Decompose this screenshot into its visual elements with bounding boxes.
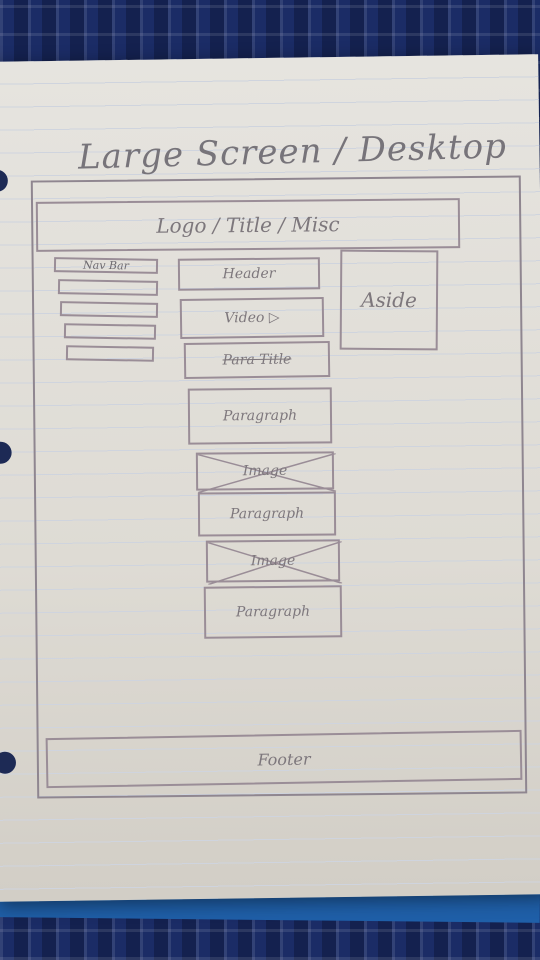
- nav-item-box: [57, 279, 159, 296]
- image-placeholder-box: Image: [195, 451, 337, 493]
- content-label: Paragraph: [235, 603, 311, 621]
- content-label: Paragraph: [222, 407, 298, 425]
- header-box: Logo / Title / Misc: [35, 198, 461, 252]
- nav-stack: Nav Bar: [53, 256, 164, 376]
- content-box: Paragraph: [187, 387, 333, 445]
- content-label: Image: [242, 462, 288, 480]
- content-box: Para Title: [183, 340, 331, 380]
- binder-hole: [0, 751, 17, 774]
- nav-item-box: [59, 301, 159, 318]
- binder-hole: [0, 441, 12, 464]
- content-label: Header: [222, 265, 276, 283]
- content-box: Video ▷: [179, 296, 325, 340]
- footer-label: Footer: [257, 749, 311, 769]
- content-box: Paragraph: [203, 585, 343, 639]
- content-box: Header: [177, 257, 321, 291]
- content-label: Image: [250, 552, 296, 570]
- binder-hole: [0, 169, 8, 192]
- nav-item-box: [65, 345, 155, 362]
- image-placeholder-box: Image: [205, 539, 343, 585]
- aside-label: Aside: [361, 287, 417, 313]
- nav-bar-box: Nav Bar: [53, 257, 159, 274]
- content-label: Paragraph: [229, 505, 305, 523]
- footer-box: Footer: [45, 729, 523, 789]
- header-label: Logo / Title / Misc: [156, 212, 340, 238]
- aside-box: Aside: [339, 249, 439, 351]
- nav-label: Nav Bar: [82, 258, 130, 273]
- nav-item-box: [63, 323, 157, 340]
- content-label: Video ▷: [224, 309, 280, 327]
- content-label: Para Title: [222, 351, 292, 369]
- content-box: Paragraph: [197, 491, 337, 537]
